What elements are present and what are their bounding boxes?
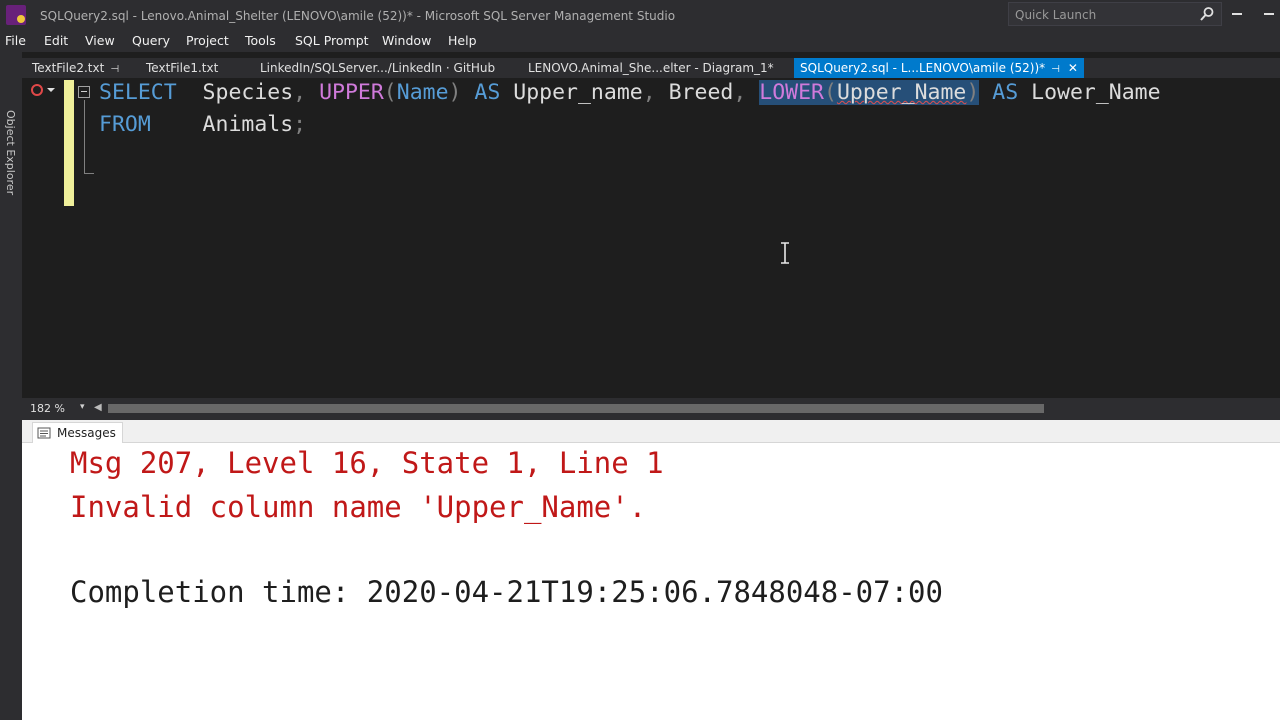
menu-bar: File Edit View Query Project Tools SQL P… — [0, 32, 1280, 52]
menu-help[interactable]: Help — [448, 33, 477, 48]
tab-linkedin-github[interactable]: LinkedIn/SQLServer.../LinkedIn · GitHub — [260, 58, 495, 78]
object-explorer-strip: Object Explorer — [0, 52, 22, 720]
object-explorer-tab[interactable]: Object Explorer — [4, 110, 17, 195]
maximize-icon[interactable] — [1258, 4, 1280, 22]
column-name: Name — [396, 80, 449, 105]
pin-icon[interactable]: ⊣ — [110, 60, 119, 80]
code-line-2[interactable]: FROM Animals; — [99, 112, 306, 137]
tab-sqlquery2[interactable]: SQLQuery2.sql - L...LENOVO\amile (52))* ⊣… — [794, 58, 1084, 78]
keyword-from: FROM — [99, 112, 151, 137]
collapse-icon[interactable] — [78, 86, 90, 98]
selected-expression[interactable]: LOWER(Upper_Name) — [759, 80, 980, 105]
quick-launch-input[interactable] — [1013, 5, 1197, 25]
alias-upper-name: Upper_name — [500, 80, 643, 105]
paren-open: ( — [383, 80, 397, 105]
menu-edit[interactable]: Edit — [44, 33, 68, 48]
comma: , — [293, 80, 307, 105]
alias-lower-name: Lower_Name — [1018, 80, 1161, 105]
function-lower: LOWER — [759, 80, 824, 105]
editor-gutter — [22, 78, 60, 398]
results-tab-strip: Messages — [22, 420, 1280, 443]
keyword-select: SELECT — [99, 80, 177, 105]
code-line-1[interactable]: SELECT Species, UPPER(Name) AS Upper_nam… — [99, 80, 1161, 105]
search-icon[interactable] — [1199, 6, 1215, 22]
paren-open: ( — [823, 80, 837, 105]
semicolon: ; — [293, 112, 307, 137]
tab-label: LENOVO.Animal_She...elter - Diagram_1* — [528, 61, 774, 75]
text-cursor-icon — [781, 242, 789, 264]
sql-prompt-icon[interactable] — [28, 82, 58, 98]
change-indicator — [64, 80, 74, 206]
results-pane: Messages Msg 207, Level 16, State 1, Lin… — [22, 420, 1280, 720]
comma: , — [642, 80, 656, 105]
comma: , — [733, 80, 747, 105]
error-column-upper-name: Upper_Name — [836, 80, 967, 105]
minimize-icon[interactable] — [1226, 4, 1248, 22]
menu-view[interactable]: View — [85, 33, 115, 48]
messages-tab-label: Messages — [57, 426, 116, 440]
completion-time: Completion time: 2020-04-21T19:25:06.784… — [70, 575, 943, 609]
editor-status-row: 182 % ▾ ◀ — [22, 398, 1280, 420]
column-breed: Breed — [655, 80, 734, 105]
menu-window[interactable]: Window — [382, 33, 431, 48]
pin-icon[interactable]: ⊣ — [1051, 60, 1060, 80]
table-animals: Animals — [150, 112, 294, 137]
chevron-down-icon[interactable]: ▾ — [80, 402, 85, 412]
title-bar: SQLQuery2.sql - Lenovo.Animal_Shelter (L… — [0, 0, 1280, 32]
query-editor[interactable]: SELECT Species, UPPER(Name) AS Upper_nam… — [22, 78, 1280, 398]
tab-diagram[interactable]: LENOVO.Animal_She...elter - Diagram_1* — [528, 58, 774, 78]
tab-label: TextFile2.txt — [32, 61, 105, 75]
tab-messages[interactable]: Messages — [32, 422, 123, 443]
zoom-level[interactable]: 182 % — [30, 402, 65, 415]
messages-icon — [37, 427, 51, 439]
tab-label: SQLQuery2.sql - L...LENOVO\amile (52))* — [800, 61, 1046, 75]
close-icon[interactable]: ✕ — [1068, 58, 1078, 78]
tab-textfile1[interactable]: TextFile1.txt — [146, 58, 218, 78]
ssms-app-icon — [6, 5, 26, 25]
keyword-as: AS — [461, 80, 501, 105]
error-message-header: Msg 207, Level 16, State 1, Line 1 — [70, 446, 664, 480]
function-upper: UPPER — [306, 80, 384, 105]
tab-label: LinkedIn/SQLServer.../LinkedIn · GitHub — [260, 61, 496, 75]
paren-close: ) — [448, 80, 462, 105]
window-title: SQLQuery2.sql - Lenovo.Animal_Shelter (L… — [40, 9, 676, 23]
paren-close: ) — [966, 80, 980, 105]
tab-textfile2[interactable]: TextFile2.txt ⊣ — [32, 58, 119, 78]
menu-file[interactable]: File — [5, 33, 26, 48]
column-species: Species — [176, 80, 294, 105]
scroll-left-icon[interactable]: ◀ — [94, 402, 102, 413]
menu-sql-prompt[interactable]: SQL Prompt — [295, 33, 369, 48]
horizontal-scrollbar-thumb[interactable] — [108, 404, 1044, 413]
fold-guide-end — [84, 173, 94, 174]
error-message-text: Invalid column name 'Upper_Name'. — [70, 490, 647, 524]
tab-label: TextFile1.txt — [146, 61, 219, 75]
menu-query[interactable]: Query — [132, 33, 170, 48]
document-tab-bar: TextFile2.txt ⊣ TextFile1.txt LinkedIn/SQ… — [22, 58, 1280, 80]
menu-tools[interactable]: Tools — [245, 33, 276, 48]
keyword-as: AS — [979, 80, 1019, 105]
fold-guide — [84, 100, 85, 174]
menu-project[interactable]: Project — [186, 33, 229, 48]
quick-launch-box[interactable] — [1008, 2, 1222, 26]
